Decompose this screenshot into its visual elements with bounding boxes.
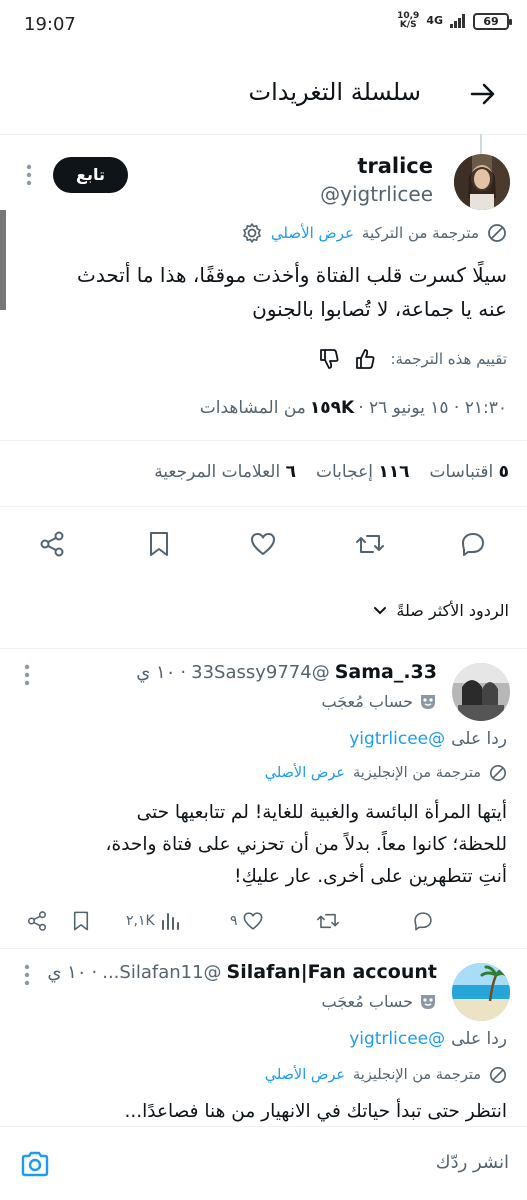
replying-to: ردا على @yigtrlicee	[349, 729, 507, 749]
translate-icon	[488, 224, 506, 242]
network-type: 4G	[426, 14, 443, 27]
reply-avatar[interactable]	[452, 963, 510, 1021]
reply-header: Sama_.33 @33Sassy9774 · ١٠ ي	[136, 661, 437, 683]
views-count: ١٥٩K	[309, 398, 355, 418]
reply-author-handle[interactable]: @Silafan11...	[102, 962, 221, 983]
sort-divider	[0, 648, 527, 649]
arrow-right-icon	[470, 83, 495, 105]
reply-input[interactable]: انشر ردّك	[436, 1152, 509, 1173]
author-name[interactable]: tralice	[357, 154, 433, 178]
fan-badge-label: حساب مُعجَب	[321, 692, 413, 711]
tweet-stats: ٥ اقتباسات ١١٦ إعجابات ٦ العلامات المرجع…	[154, 462, 509, 482]
status-time: 19:07	[24, 14, 76, 35]
stats-divider	[0, 506, 527, 507]
reply-more-button[interactable]	[20, 963, 34, 991]
share-icon[interactable]	[38, 530, 66, 558]
reply-author-handle[interactable]: @33Sassy9774	[191, 662, 330, 683]
back-button[interactable]	[469, 80, 497, 112]
reply-translation-row: مترجمة من الإنجليزية عرض الأصلي	[265, 764, 507, 782]
share-icon[interactable]	[26, 910, 48, 932]
author-avatar[interactable]	[454, 154, 510, 210]
reply-avatar[interactable]	[452, 663, 510, 721]
bookmarks-stat[interactable]: ٦ العلامات المرجعية	[154, 462, 296, 482]
reply-author-name[interactable]: Silafan|Fan account	[227, 961, 437, 983]
thumbs-down-icon[interactable]	[318, 348, 340, 370]
mask-icon	[421, 994, 435, 1009]
translate-icon	[489, 1066, 507, 1084]
avatar-image	[452, 663, 510, 721]
reply-divider	[0, 948, 527, 949]
bookmark-icon[interactable]	[145, 530, 173, 558]
reply-actions: ٢,١K ٩	[0, 908, 527, 936]
replies-sort-label: الردود الأكثر صلةً	[396, 601, 509, 620]
replying-to-handle[interactable]: @yigtrlicee	[349, 1029, 445, 1049]
views-label: من المشاهدات	[199, 398, 306, 418]
like-icon	[243, 912, 262, 930]
signal-icon	[450, 14, 465, 28]
translated-from-label: مترجمة من التركية	[361, 224, 479, 242]
tweet-text: سيلًا كسرت قلب الفتاة وأخذت موقفًا، هذا …	[77, 263, 507, 321]
quotes-stat[interactable]: ٥ اقتباسات	[429, 462, 509, 482]
show-original-link[interactable]: عرض الأصلي	[265, 765, 345, 781]
reply-text: أيتها المرأة البائسة والغبية للغاية! لم …	[105, 802, 507, 887]
translation-row: مترجمة من التركية عرض الأصلي	[241, 222, 507, 244]
more-options-button[interactable]	[22, 163, 36, 191]
like-icon[interactable]	[249, 530, 277, 558]
chevron-down-icon	[374, 606, 387, 614]
thumbs-up-icon[interactable]	[354, 348, 376, 370]
bookmark-icon[interactable]	[70, 910, 92, 932]
network-speed: 10,9 K/S	[397, 11, 420, 30]
reply-more-button[interactable]	[20, 663, 34, 691]
status-bar: 19:07 10,9 K/S 4G 69	[0, 0, 527, 50]
reply-time: ١٠ ي	[47, 962, 87, 983]
follow-button[interactable]: تابع	[53, 157, 128, 193]
show-original-link[interactable]: عرض الأصلي	[265, 1067, 345, 1083]
thread-connector	[480, 134, 482, 154]
more-vertical-icon	[26, 164, 32, 186]
translate-icon	[489, 764, 507, 782]
reply-author-name[interactable]: Sama_.33	[335, 661, 437, 683]
fan-badge-row: حساب مُعجَب	[321, 692, 437, 711]
retweet-icon[interactable]	[316, 910, 340, 932]
reply-icon[interactable]	[459, 530, 487, 558]
camera-icon[interactable]	[20, 1150, 50, 1178]
meta-divider	[0, 440, 527, 441]
replying-to: ردا على @yigtrlicee	[349, 1029, 507, 1049]
replying-to-handle[interactable]: @yigtrlicee	[349, 729, 445, 749]
like-stat[interactable]: ٩	[230, 910, 264, 932]
tweet-meta: ٢١:٣٠ · ١٥ يونيو ٢٦ · ١٥٩K من المشاهدات	[200, 398, 507, 418]
reply-time: ١٠ ي	[136, 662, 176, 683]
more-vertical-icon	[24, 964, 30, 986]
likes-stat[interactable]: ١١٦ إعجابات	[316, 462, 409, 482]
gear-icon[interactable]	[241, 222, 263, 244]
author-handle[interactable]: @yigtrlicee	[320, 182, 433, 206]
header-divider	[0, 134, 527, 135]
battery-indicator: 69	[473, 12, 512, 30]
reply-translation-row: مترجمة من الإنجليزية عرض الأصلي	[265, 1066, 507, 1084]
tweet-actions	[0, 526, 527, 562]
reply-text: انتظر حتى تبدأ حياتك في الانهيار من هنا …	[124, 1101, 507, 1122]
fan-badge-row: حساب مُعجَب	[321, 992, 437, 1011]
reply-composer: انشر ردّك	[0, 1126, 527, 1200]
reply-header: Silafan|Fan account @Silafan11... · ١٠ ي	[47, 961, 437, 983]
fan-badge-label: حساب مُعجَب	[321, 992, 413, 1011]
status-indicators: 10,9 K/S 4G 69	[397, 11, 512, 30]
mask-icon	[421, 694, 435, 709]
more-vertical-icon	[24, 664, 30, 686]
replies-sort-dropdown[interactable]: الردود الأكثر صلةً	[372, 601, 509, 620]
rate-translation-row: تقييم هذه الترجمة:	[318, 348, 507, 370]
views-icon	[161, 913, 179, 930]
scroll-indicator	[0, 210, 6, 310]
rate-translation-label: تقييم هذه الترجمة:	[390, 350, 507, 368]
retweet-icon[interactable]	[355, 530, 385, 558]
avatar-image	[452, 963, 510, 1021]
views-stat[interactable]: ٢,١K	[126, 910, 181, 932]
page-title: سلسلة التغريدات	[248, 78, 422, 106]
reply-icon[interactable]	[412, 910, 434, 932]
avatar-image	[454, 154, 510, 210]
tweet-timestamp: ٢١:٣٠ · ١٥ يونيو ٢٦ ·	[358, 398, 507, 418]
show-original-link[interactable]: عرض الأصلي	[271, 224, 354, 242]
